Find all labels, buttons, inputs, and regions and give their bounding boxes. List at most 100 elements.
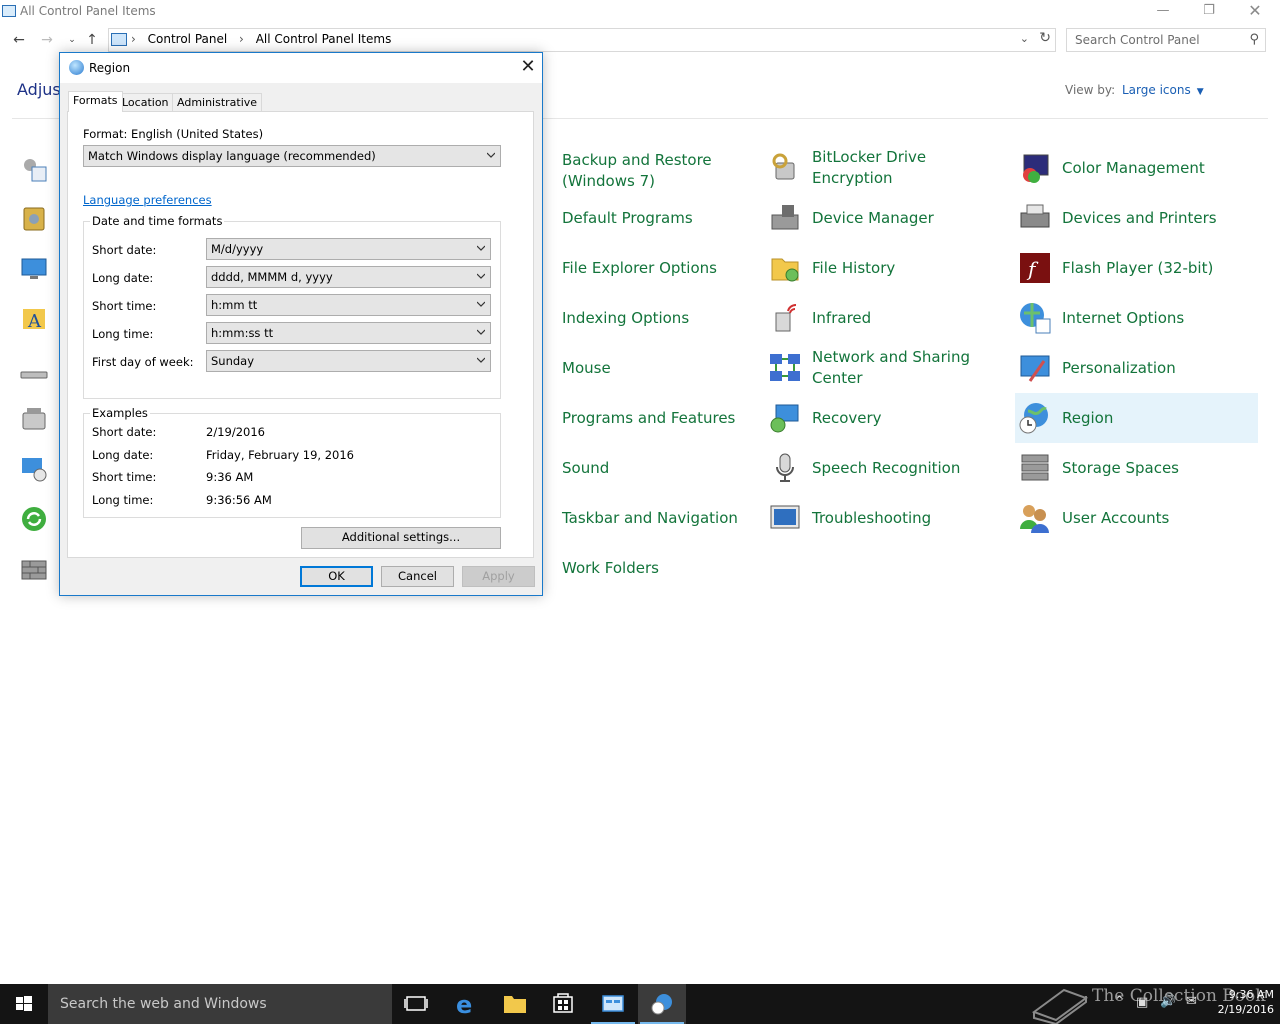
taskbar-control-panel[interactable]	[589, 984, 637, 1024]
apply-button[interactable]: Apply	[462, 566, 535, 587]
item-color-management[interactable]: Color Management	[1018, 145, 1258, 191]
tab-formats[interactable]: Formats	[68, 91, 123, 112]
item-label: Devices and Printers	[1062, 208, 1217, 227]
fonts-icon[interactable]: A	[20, 305, 48, 333]
item-label: File History	[812, 258, 896, 277]
long-date-select[interactable]: dddd, MMMM d, yyyy	[206, 266, 491, 288]
caret-down-icon: ▼	[1196, 87, 1204, 97]
item-label: Storage Spaces	[1062, 458, 1179, 477]
item-label: Infrared	[812, 308, 872, 327]
cancel-button[interactable]: Cancel	[381, 566, 454, 587]
first-day-select[interactable]: Sunday	[206, 350, 491, 372]
short-time-select[interactable]: h:mm tt	[206, 294, 491, 316]
item-mouse[interactable]: Mouse	[540, 345, 780, 391]
item-speech-recognition[interactable]: Speech Recognition	[768, 445, 1008, 491]
language-preferences-link[interactable]: Language preferences	[83, 193, 212, 207]
chevron-down-icon[interactable]: ⌄	[1020, 32, 1029, 45]
view-by-label: View by:	[1065, 83, 1116, 97]
phone-modem-icon[interactable]	[20, 405, 48, 433]
taskbar-clock[interactable]: 9:36 AM 2/19/2016	[1208, 987, 1274, 1017]
forward-arrow-icon[interactable]: →	[37, 30, 57, 50]
color-management-icon	[1023, 154, 1049, 183]
search-icon[interactable]: ⚲	[1249, 32, 1259, 47]
search-input[interactable]: Search Control Panel ⚲	[1066, 28, 1266, 52]
item-backup-restore[interactable]: Backup and Restore (Windows 7)	[540, 148, 780, 194]
item-label: Sound	[562, 458, 610, 477]
remote-app-icon[interactable]	[20, 455, 48, 483]
taskbar-region[interactable]	[638, 984, 686, 1024]
item-file-history[interactable]: File History	[768, 245, 1008, 291]
address-bar[interactable]: › Control Panel › All Control Panel Item…	[108, 28, 1056, 52]
item-programs-features[interactable]: Programs and Features	[540, 395, 780, 441]
item-infrared[interactable]: Infrared	[768, 295, 1008, 341]
chevron-down-icon	[477, 301, 485, 307]
task-view-icon[interactable]	[392, 984, 440, 1024]
additional-settings-button[interactable]: Additional settings...	[301, 527, 501, 549]
notifications-icon[interactable]: ✉	[1186, 994, 1197, 1034]
short-date-value: M/d/yyyy	[211, 242, 264, 256]
minimize-button[interactable]: —	[1140, 0, 1186, 24]
back-arrow-icon[interactable]: ←	[9, 30, 29, 50]
long-time-select[interactable]: h:mm:ss tt	[206, 322, 491, 344]
item-personalization[interactable]: Personalization	[1018, 345, 1258, 391]
windows-start-icon[interactable]	[0, 984, 48, 1024]
breadcrumb-all-items[interactable]: All Control Panel Items	[256, 32, 392, 46]
item-label: Troubleshooting	[812, 508, 932, 527]
item-taskbar-navigation[interactable]: Taskbar and Navigation	[540, 495, 780, 541]
edge-icon[interactable]: e	[443, 984, 491, 1024]
restore-button[interactable]: ❐	[1186, 0, 1232, 24]
volume-icon[interactable]: 🔊	[1160, 994, 1176, 1034]
sync-center-icon[interactable]	[20, 505, 48, 533]
file-explorer-icon[interactable]	[491, 984, 539, 1024]
item-default-programs[interactable]: Default Programs	[540, 195, 780, 241]
item-label: Indexing Options	[562, 308, 690, 327]
item-label: Flash Player (32-bit)	[1062, 258, 1214, 277]
action-center-icon[interactable]	[20, 155, 48, 183]
store-icon[interactable]	[539, 984, 587, 1024]
item-work-folders[interactable]: Work Folders	[540, 545, 780, 591]
file-history-icon	[771, 258, 799, 282]
device-manager-icon	[771, 205, 799, 230]
show-hidden-icons[interactable]: ⌃	[1114, 994, 1125, 1034]
breadcrumb-control-panel[interactable]: Control Panel	[148, 32, 228, 46]
firewall-icon[interactable]	[20, 555, 48, 583]
short-date-select[interactable]: M/d/yyyy	[206, 238, 491, 260]
keyboard-icon[interactable]	[20, 360, 48, 388]
item-label: BitLocker Drive Encryption	[812, 148, 927, 187]
up-arrow-icon[interactable]: ↑	[82, 30, 102, 50]
item-label: Backup and Restore (Windows 7)	[562, 151, 712, 190]
chevron-down-icon	[487, 152, 495, 158]
tab-location[interactable]: Location	[117, 93, 174, 111]
ok-button[interactable]: OK	[300, 566, 373, 587]
display-icon[interactable]	[20, 255, 48, 283]
close-icon[interactable]: ✕	[516, 56, 540, 77]
item-flash-player[interactable]: f Flash Player (32-bit)	[1018, 245, 1258, 291]
refresh-icon[interactable]: ↻	[1039, 30, 1051, 46]
admin-tools-icon[interactable]	[20, 205, 48, 233]
item-devices-printers[interactable]: Devices and Printers	[1018, 195, 1258, 241]
format-select[interactable]: Match Windows display language (recommen…	[83, 145, 501, 167]
item-device-manager[interactable]: Device Manager	[768, 195, 1008, 241]
item-indexing-options[interactable]: Indexing Options	[540, 295, 780, 341]
item-label: Internet Options	[1062, 308, 1185, 327]
taskbar-search[interactable]: Search the web and Windows	[48, 984, 392, 1024]
view-by-dropdown[interactable]: Large icons ▼	[1122, 83, 1204, 97]
dialog-titlebar: Region ✕	[60, 53, 542, 83]
long-time-label: Long time:	[92, 327, 154, 341]
item-internet-options[interactable]: Internet Options	[1018, 295, 1258, 341]
item-bitlocker[interactable]: BitLocker Drive Encryption	[768, 145, 1008, 191]
item-network-sharing[interactable]: Network and Sharing Center	[768, 345, 1008, 391]
recent-locations-icon[interactable]: ⌄	[62, 30, 82, 50]
item-storage-spaces[interactable]: Storage Spaces	[1018, 445, 1258, 491]
short-time-value: h:mm tt	[211, 298, 258, 312]
network-tray-icon[interactable]: ▣	[1136, 995, 1148, 1035]
tab-administrative[interactable]: Administrative	[172, 93, 263, 111]
item-user-accounts[interactable]: User Accounts	[1018, 495, 1258, 541]
region-dialog: Region ✕ Formats Location Administrative…	[59, 52, 543, 596]
close-window-button[interactable]: ✕	[1232, 0, 1278, 24]
item-file-explorer-options[interactable]: File Explorer Options	[540, 245, 780, 291]
item-sound[interactable]: Sound	[540, 445, 780, 491]
item-troubleshooting[interactable]: Troubleshooting	[768, 495, 1008, 541]
item-region[interactable]: Region	[1015, 393, 1258, 443]
item-recovery[interactable]: Recovery	[768, 395, 1008, 441]
